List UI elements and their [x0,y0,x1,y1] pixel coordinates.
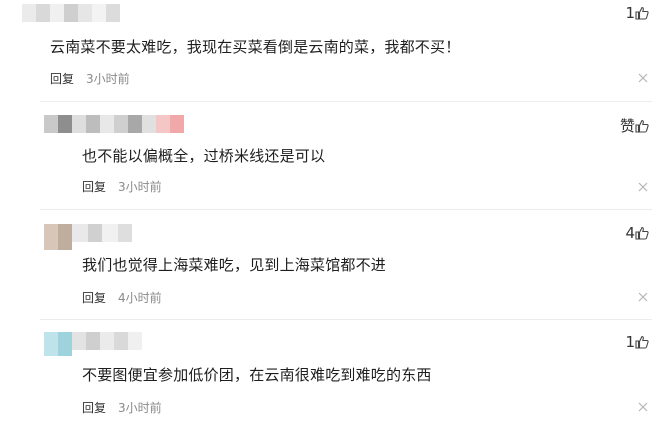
timestamp: 3小时前 [86,72,130,86]
like-button[interactable]: 4 [624,224,649,242]
thumb-up-icon [635,119,649,133]
close-icon[interactable] [638,402,648,412]
reply-button[interactable]: 回复 [82,178,106,195]
close-icon[interactable] [638,182,648,192]
reply-button[interactable]: 回复 [82,289,106,306]
username-blurred[interactable] [44,332,142,356]
like-count: 1 [625,333,635,351]
timestamp: 3小时前 [118,180,162,194]
username-blurred[interactable] [22,4,120,22]
comment-item: 4 我们也觉得上海菜难吃，见到上海菜馆都不进 回复 4小时前 [0,210,660,318]
like-button[interactable]: 1 [624,4,649,22]
comment-item: 赞 也不能以偏概全，过桥米线还是可以 回复 3小时前 [0,102,660,208]
like-button[interactable]: 1 [624,333,649,351]
thumb-up-icon [635,226,649,240]
like-label: 赞 [619,117,635,135]
username-blurred[interactable] [44,115,184,133]
comment-item: 1 不要图便宜参加低价团，在云南很难吃到难吃的东西 回复 3小时前 [0,320,660,424]
comment-text: 云南菜不要太难吃，我现在买菜看倒是云南的菜，我都不买！ [50,38,461,56]
timestamp: 3小时前 [118,401,162,415]
username-blurred[interactable] [44,224,132,250]
close-icon[interactable] [638,292,648,302]
timestamp: 4小时前 [118,291,162,305]
like-button[interactable]: 赞 [619,115,649,136]
comment-text: 我们也觉得上海菜难吃，见到上海菜馆都不进 [82,256,387,274]
reply-button[interactable]: 回复 [50,70,74,87]
like-count: 1 [625,4,635,22]
comment-text: 也不能以偏概全，过桥米线还是可以 [82,147,326,165]
comment-text: 不要图便宜参加低价团，在云南很难吃到难吃的东西 [82,366,432,384]
reply-button[interactable]: 回复 [82,399,106,416]
close-icon[interactable] [638,73,648,83]
thumb-up-icon [635,335,649,349]
like-count: 4 [625,224,635,242]
thumb-up-icon [635,6,649,20]
comment-item: 1 云南菜不要太难吃，我现在买菜看倒是云南的菜，我都不买！ 回复 3小时前 [0,0,660,100]
